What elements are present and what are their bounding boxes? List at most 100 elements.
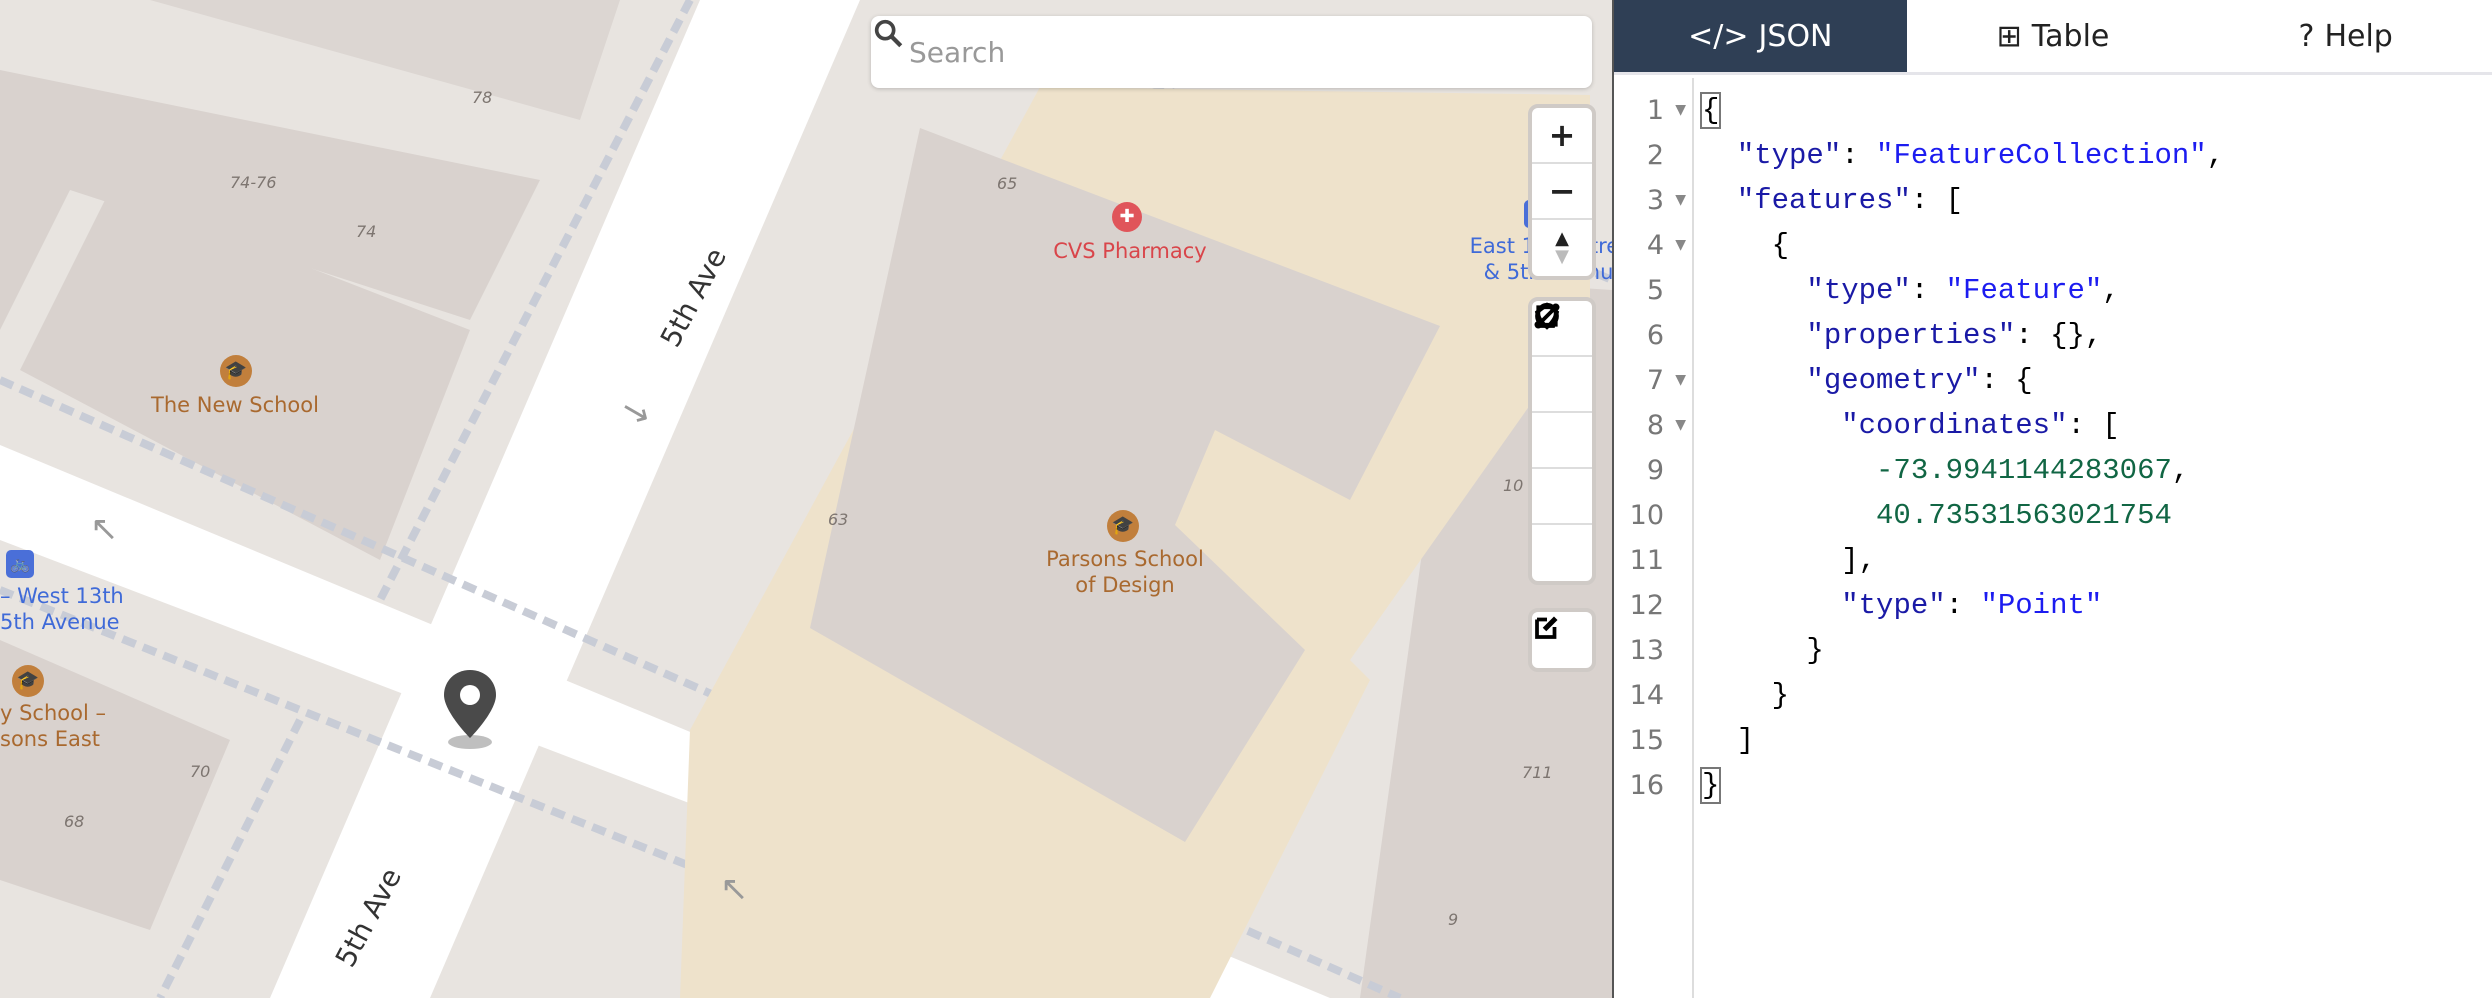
code-line: {: [1702, 223, 2224, 268]
address-number: 65: [997, 174, 1018, 193]
side-panel: </> JSON ⊞ Table ? Help 1 ▼ 2 3 ▼ 4 ▼ 5 6 7 ▼ 8 ▼ 9 10 11 1…: [1612, 0, 2492, 998]
code-token: :: [1841, 139, 1877, 172]
code-token: {: [1699, 92, 1722, 129]
code-line: }: [1702, 628, 2224, 673]
code-line: ]: [1702, 718, 2224, 763]
line-number: 11: [1614, 538, 1692, 583]
code-line: }: [1702, 673, 2224, 718]
station-west-13th[interactable]: – West 13th 5th Avenue: [0, 583, 124, 636]
code-token: 40.73531563021754: [1876, 499, 2172, 532]
zoom-controls: + − ▲ ▼: [1528, 104, 1596, 280]
code-token: : {},: [2015, 319, 2103, 352]
line-number-text: 11: [1629, 545, 1664, 576]
line-number: 13: [1614, 628, 1692, 673]
tab-json[interactable]: </> JSON: [1614, 0, 1907, 72]
svg-text:↖: ↖: [720, 869, 749, 909]
zoom-out-button[interactable]: −: [1532, 164, 1592, 220]
line-number-text: 4: [1646, 230, 1664, 261]
address-number: 63: [828, 510, 849, 529]
code-area[interactable]: { "type": "FeatureCollection", "features…: [1694, 78, 2224, 998]
line-gutter: 1 ▼ 2 3 ▼ 4 ▼ 5 6 7 ▼ 8 ▼ 9 10 11 12 13 14 15 16: [1614, 78, 1694, 998]
search-input[interactable]: [909, 35, 1509, 69]
fold-toggle-icon[interactable]: ▼: [1675, 88, 1686, 133]
line-number: 12: [1614, 583, 1692, 628]
draw-line-button[interactable]: [1532, 303, 1592, 413]
line-number-text: 15: [1629, 725, 1664, 756]
poi-cvs-pharmacy[interactable]: CVS Pharmacy: [1000, 238, 1260, 264]
code-line: "type": "FeatureCollection",: [1702, 133, 2224, 178]
poi-parsons[interactable]: Parsons School of Design: [1000, 546, 1250, 599]
map-marker-icon[interactable]: [440, 668, 500, 750]
line-number: 7 ▼: [1614, 358, 1692, 403]
line-number-text: 14: [1629, 680, 1664, 711]
code-line: }: [1699, 763, 2224, 808]
code-line: {: [1699, 88, 2224, 133]
code-token: }: [1699, 767, 1722, 804]
line-number-text: 2: [1646, 140, 1664, 171]
line-number-text: 8: [1646, 410, 1664, 441]
line-number: 10: [1614, 493, 1692, 538]
code-line: "coordinates": [: [1702, 403, 2224, 448]
address-number: 74: [356, 222, 377, 241]
address-number: 711: [1522, 763, 1553, 782]
address-number: 74-76: [230, 173, 277, 192]
code-token: ,: [2102, 274, 2120, 307]
edit-button[interactable]: [1532, 612, 1592, 668]
code-token: ],: [1702, 544, 1877, 577]
circle-icon: [1535, 304, 1559, 328]
draw-rectangle-button[interactable]: [1532, 305, 1592, 525]
bike-station-icon: 🚲: [6, 550, 34, 578]
fold-toggle-icon[interactable]: ▼: [1675, 358, 1686, 403]
tab-label: Table: [2031, 18, 2110, 54]
code-line: "geometry": {: [1702, 358, 2224, 403]
tab-help[interactable]: ? Help: [2199, 0, 2492, 72]
code-token: : [: [2067, 409, 2120, 442]
draw-circle-button[interactable]: [1532, 304, 1592, 581]
line-number: 2: [1614, 133, 1692, 178]
help-icon: ?: [2298, 18, 2315, 54]
poi-label: Parsons School: [1046, 547, 1204, 571]
poi-label: y School –: [0, 701, 106, 725]
poi-new-school[interactable]: The New School: [120, 392, 350, 418]
line-number-text: 16: [1629, 770, 1664, 801]
address-number: 70: [190, 762, 211, 781]
code-token: :: [1945, 589, 1981, 622]
fold-toggle-icon[interactable]: ▼: [1675, 178, 1686, 223]
line-number-text: 12: [1629, 590, 1664, 621]
code-token: "coordinates": [1841, 409, 2068, 442]
line-number: 9: [1614, 448, 1692, 493]
json-editor[interactable]: 1 ▼ 2 3 ▼ 4 ▼ 5 6 7 ▼ 8 ▼ 9 10 11 12 13 14 15 16 { "type": "…: [1614, 78, 2492, 998]
fold-toggle-icon[interactable]: ▼: [1675, 403, 1686, 448]
map-canvas[interactable]: ↓ ↖ ↖ 5th Ave 5th Ave ✚ CVS Pharmacy 🎓 P…: [0, 0, 1612, 998]
code-token: -73.9941144283067: [1876, 454, 2172, 487]
code-line: "features": [: [1702, 178, 2224, 223]
poi-parsons-east[interactable]: y School – sons East: [0, 700, 106, 753]
line-number: 4 ▼: [1614, 223, 1692, 268]
code-token: "Feature": [1945, 274, 2103, 307]
code-line: "type": "Point": [1702, 583, 2224, 628]
code-line: "properties": {},: [1702, 313, 2224, 358]
line-number: 16: [1614, 763, 1692, 808]
station-label: – West 13th: [0, 584, 124, 608]
code-token: ,: [2206, 139, 2225, 172]
school-icon: 🎓: [1107, 510, 1139, 542]
search-icon: [874, 19, 903, 48]
draw-polygon-button[interactable]: [1532, 302, 1592, 469]
line-number-text: 6: [1646, 320, 1664, 351]
compass-button[interactable]: ▲ ▼: [1532, 220, 1592, 276]
tab-bar: </> JSON ⊞ Table ? Help: [1614, 0, 2492, 75]
tab-table[interactable]: ⊞ Table: [1907, 0, 2200, 72]
code-token: }: [1702, 679, 1790, 712]
tab-label: JSON: [1758, 18, 1833, 54]
search-box[interactable]: [871, 16, 1592, 88]
fold-toggle-icon[interactable]: ▼: [1675, 223, 1686, 268]
zoom-in-button[interactable]: +: [1532, 108, 1592, 164]
line-number: 15: [1614, 718, 1692, 763]
code-icon: </>: [1688, 18, 1749, 54]
compass-south-icon: ▼: [1555, 246, 1569, 267]
code-token: : {: [1980, 364, 2033, 397]
code-line: 40.73531563021754: [1702, 493, 2224, 538]
svg-text:↖: ↖: [90, 509, 119, 549]
